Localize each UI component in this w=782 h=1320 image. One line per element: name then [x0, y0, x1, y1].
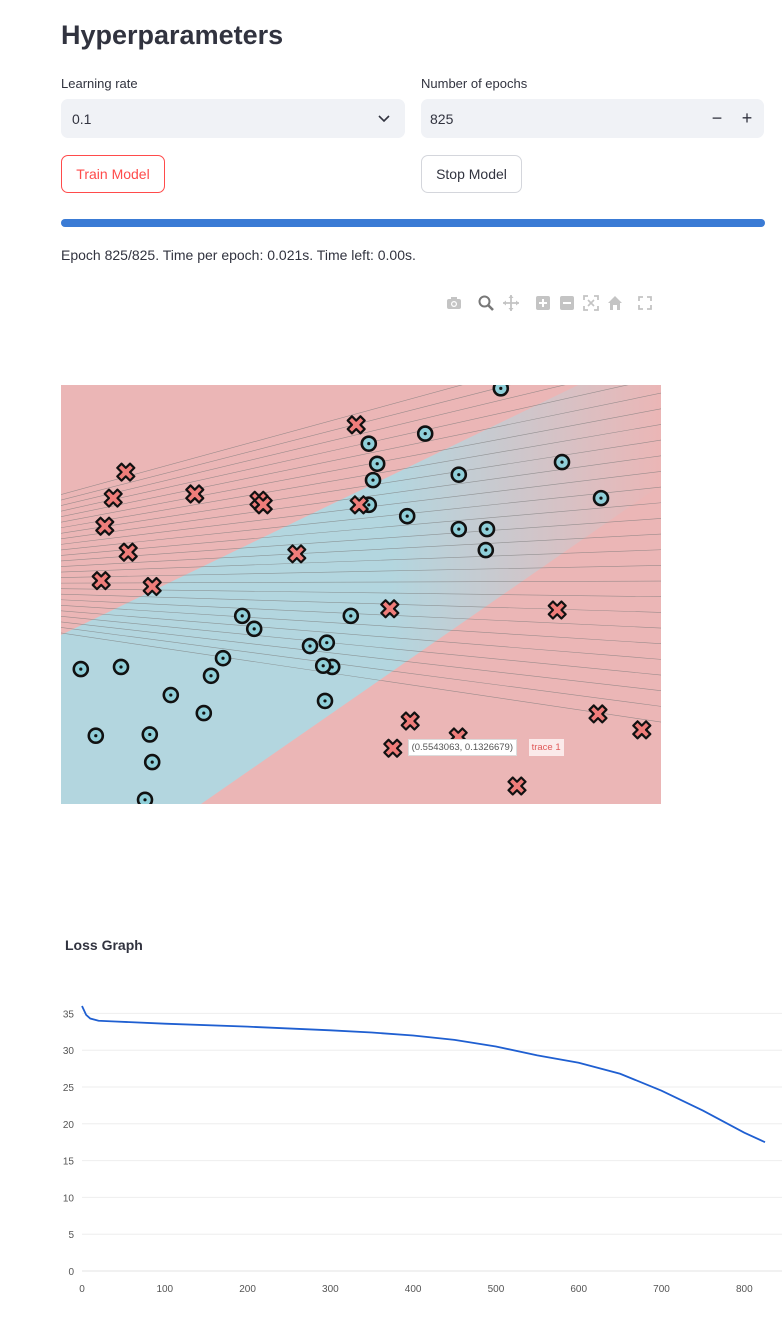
hover-tooltip-trace: trace 1	[528, 739, 564, 757]
x-tick-label: 500	[488, 1284, 505, 1295]
scatter-point-o	[245, 620, 263, 638]
x-tick-label: 600	[570, 1284, 587, 1295]
zoom-in-icon[interactable]	[534, 294, 552, 312]
scatter-point-o	[450, 520, 468, 538]
epochs-value[interactable]: 825	[430, 111, 453, 127]
x-tick-label: 200	[239, 1284, 256, 1295]
x-tick-label: 400	[405, 1284, 422, 1295]
scatter-point-o	[316, 692, 334, 710]
page-title: Hyperparameters	[61, 20, 284, 50]
scatter-point-o	[492, 385, 510, 397]
decision-boundary-plot[interactable]	[61, 385, 661, 804]
learning-rate-select[interactable]: 0.1	[61, 99, 405, 138]
y-tick-label: 10	[63, 1193, 75, 1204]
scatter-point-o	[202, 667, 220, 685]
train-model-button[interactable]: Train Model	[61, 155, 165, 193]
epochs-label: Number of epochs	[421, 76, 528, 91]
y-tick-label: 35	[63, 1009, 75, 1020]
x-tick-label: 100	[156, 1284, 173, 1295]
y-tick-label: 5	[68, 1230, 74, 1241]
scatter-point-o	[592, 489, 610, 507]
progress-bar-fill	[61, 219, 765, 227]
y-tick-label: 0	[68, 1267, 74, 1278]
scatter-point-o	[214, 649, 232, 667]
scatter-point-o	[72, 660, 90, 678]
x-tick-label: 700	[653, 1284, 670, 1295]
scatter-point-o	[364, 471, 382, 489]
camera-icon[interactable]	[445, 294, 463, 312]
x-tick-label: 0	[79, 1284, 85, 1295]
scatter-point-o	[318, 634, 336, 651]
scatter-point-o	[136, 791, 154, 804]
fullscreen-icon[interactable]	[636, 294, 654, 312]
scatter-point-o	[87, 727, 105, 745]
scatter-point-o	[360, 435, 378, 452]
loss-line	[81, 1005, 766, 1144]
learning-rate-value: 0.1	[72, 111, 92, 127]
scatter-point-o	[368, 455, 386, 473]
scatter-point-o	[416, 425, 434, 442]
scatter-point-o	[112, 658, 130, 676]
chevron-down-icon	[378, 115, 390, 123]
home-icon[interactable]	[606, 294, 624, 312]
scatter-point-o	[553, 453, 571, 471]
scatter-point-o	[233, 607, 251, 625]
x-tick-label: 300	[322, 1284, 339, 1295]
x-tick-label: 800	[736, 1284, 753, 1295]
scatter-point-o	[342, 607, 360, 625]
autoscale-icon[interactable]	[582, 294, 600, 312]
scatter-point-o	[314, 657, 332, 675]
pan-icon[interactable]	[502, 294, 520, 312]
y-tick-label: 20	[63, 1120, 75, 1131]
hover-tooltip-coords: (0.5543063, 0.1326679)	[407, 739, 517, 757]
y-tick-label: 30	[63, 1046, 75, 1057]
loss-line-chart[interactable]: 0 5 10 15 20 25 30 35 0 100 200 300 400 500 600 700 800	[40, 990, 782, 1300]
scatter-point-o	[162, 686, 180, 704]
scatter-point-o	[398, 507, 416, 525]
status-text: Epoch 825/825. Time per epoch: 0.021s. T…	[61, 247, 416, 263]
progress-bar	[61, 219, 765, 227]
y-tick-label: 15	[63, 1157, 75, 1168]
y-tick-label: 25	[63, 1083, 75, 1094]
scatter-point-o	[478, 520, 496, 538]
scatter-point-o	[141, 726, 159, 743]
scatter-point-o	[477, 541, 495, 559]
loss-graph-title: Loss Graph	[65, 937, 143, 953]
stop-model-button[interactable]: Stop Model	[421, 155, 522, 193]
scatter-point-o	[450, 466, 468, 483]
zoom-icon[interactable]	[477, 294, 495, 312]
epochs-number-input[interactable]: 825 − +	[421, 99, 764, 138]
scatter-point-o	[143, 753, 161, 771]
scatter-point-o	[195, 704, 213, 722]
scatter-point-o	[301, 637, 319, 655]
zoom-out-icon[interactable]	[558, 294, 576, 312]
learning-rate-label: Learning rate	[61, 76, 138, 91]
decrement-button[interactable]: −	[708, 108, 726, 129]
increment-button[interactable]: +	[738, 108, 756, 129]
